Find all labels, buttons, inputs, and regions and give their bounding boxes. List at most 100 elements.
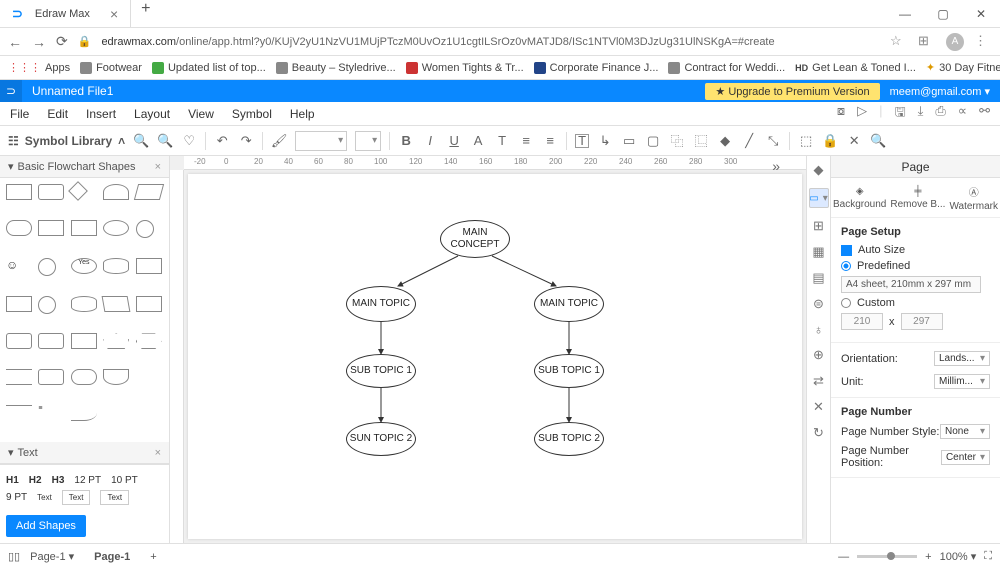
shape-database[interactable] [71, 296, 97, 312]
predefined-radio[interactable] [841, 261, 851, 271]
shape-stored[interactable] [6, 333, 32, 349]
close-icon[interactable]: × [155, 161, 161, 173]
font-size-button[interactable]: T [494, 133, 510, 149]
shape-pentagon[interactable] [103, 333, 129, 349]
shape-lines[interactable] [6, 369, 32, 385]
camera-icon[interactable]: ⧇ [837, 103, 845, 125]
bookmark-item[interactable]: Contract for Weddi... [668, 62, 785, 74]
nav-forward-button[interactable]: → [32, 34, 46, 50]
shape-cylinder[interactable] [103, 258, 129, 274]
favorite-icon[interactable]: ♡ [181, 133, 197, 149]
play-icon[interactable]: ▷ [857, 103, 867, 125]
database-icon[interactable]: ⊜ [813, 296, 824, 312]
height-field[interactable] [901, 313, 943, 330]
node-sub1-left[interactable]: SUB TOPIC 1 [346, 354, 416, 388]
zoom-out-button[interactable]: — [838, 551, 849, 563]
nav-back-button[interactable]: ← [8, 34, 22, 50]
zoom-value[interactable]: 100% ▾ [940, 550, 977, 563]
upgrade-button[interactable]: ★ Upgrade to Premium Version [705, 83, 879, 100]
italic-button[interactable]: I [422, 133, 438, 149]
unit-select[interactable]: Millim... [934, 374, 990, 389]
text-sample[interactable]: Text [37, 493, 52, 502]
page-tab[interactable]: Page-1 [84, 549, 140, 565]
extension-icon[interactable]: ⊞ [918, 33, 936, 51]
paper-size-field[interactable] [841, 276, 981, 293]
shape-ellipse[interactable] [103, 220, 129, 236]
search-button[interactable]: 🔍 [870, 133, 886, 149]
align-left-button[interactable]: ≡ [518, 133, 534, 149]
rounded-tool-button[interactable]: ▢ [645, 133, 661, 149]
pn-style-select[interactable]: None [940, 424, 990, 439]
shape-terminator[interactable] [6, 220, 32, 236]
print-icon[interactable]: ⎙ [935, 103, 945, 125]
text-h1[interactable]: H1 [6, 475, 19, 486]
bookmark-item[interactable]: Updated list of top... [152, 62, 266, 74]
menu-help[interactable]: Help [290, 107, 315, 121]
shape-manual[interactable] [102, 296, 131, 312]
settings-icon[interactable]: ⇄ [813, 373, 824, 389]
orientation-select[interactable]: Lands... [934, 351, 990, 366]
fill-button[interactable]: ◆ [717, 133, 733, 149]
page-selector[interactable]: Page-1 ▾ [30, 550, 74, 563]
custom-radio[interactable] [841, 298, 851, 308]
shape-pill[interactable] [71, 369, 97, 385]
bookmark-item[interactable]: HDGet Lean & Toned I... [795, 62, 916, 74]
fullscreen-button[interactable]: ⛶ [984, 550, 992, 563]
add-page-button[interactable]: + [150, 551, 156, 563]
tools-button[interactable]: ✕ [846, 133, 862, 149]
layers-icon[interactable]: ⊞ [813, 218, 824, 234]
shape-hexagon[interactable] [136, 333, 162, 349]
align-center-button[interactable]: ≡ [542, 133, 558, 149]
shape-predefined[interactable] [71, 220, 97, 236]
new-tab-button[interactable]: + [131, 0, 160, 18]
font-family-dropdown[interactable]: ▾ [295, 131, 347, 151]
shape-connector[interactable] [38, 296, 56, 314]
shape-card[interactable] [136, 258, 162, 274]
tree-icon[interactable]: ♁ [814, 322, 824, 337]
download-icon[interactable]: ⤓ [918, 103, 924, 125]
bold-button[interactable]: B [398, 133, 414, 149]
text-h2[interactable]: H2 [29, 475, 42, 486]
shape-diamond[interactable] [68, 181, 88, 201]
link-icon[interactable]: ⚯ [979, 103, 990, 125]
text-10pt[interactable]: 10 PT [111, 475, 138, 486]
expand-panel-icon[interactable]: » [772, 158, 780, 174]
timer-icon[interactable]: ✕ [813, 399, 824, 415]
underline-button[interactable]: U [446, 133, 462, 149]
url-field[interactable]: edrawmax.com/online/app.html?y0/KUjV2yU1… [101, 36, 880, 48]
menu-insert[interactable]: Insert [86, 107, 116, 121]
shape-circle[interactable] [136, 220, 154, 238]
zoom-slider[interactable] [857, 555, 917, 558]
width-field[interactable] [841, 313, 883, 330]
shape-display[interactable] [103, 184, 129, 200]
node-sub1-right[interactable]: SUB TOPIC 1 [534, 354, 604, 388]
font-size-dropdown[interactable]: ▾ [355, 131, 381, 151]
pages-icon[interactable]: ▯▯ [8, 550, 20, 563]
menu-view[interactable]: View [188, 107, 214, 121]
redo-button[interactable]: ↷ [238, 133, 254, 149]
shape-curve[interactable] [71, 405, 97, 421]
tab-remove-bg[interactable]: ╪Remove B... [890, 186, 945, 210]
lock-button[interactable]: 🔒 [822, 133, 838, 149]
connector-tool-button[interactable]: ↳ [597, 133, 613, 149]
window-close-button[interactable]: ✕ [962, 0, 1000, 28]
window-minimize-button[interactable]: — [886, 0, 924, 28]
shape-tool-button[interactable]: ▭ [621, 133, 637, 149]
apps-button[interactable]: ⋮⋮⋮Apps [8, 61, 70, 74]
user-email[interactable]: meem@gmail.com ▾ [880, 85, 1000, 98]
shapes-panel-header[interactable]: ▾Basic Flowchart Shapes× [0, 156, 169, 178]
auto-size-checkbox[interactable] [841, 245, 852, 256]
menu-symbol[interactable]: Symbol [232, 107, 272, 121]
pn-pos-select[interactable]: Center [941, 450, 990, 465]
window-maximize-button[interactable]: ▢ [924, 0, 962, 28]
bookmark-item[interactable]: ✦30 Day Fitness Chal... [926, 61, 1000, 74]
bookmark-item[interactable]: Beauty – Styledrive... [276, 62, 396, 74]
zoom-in-icon[interactable]: 🔍 [133, 133, 149, 149]
menu-file[interactable]: File [10, 107, 29, 121]
browser-tab[interactable]: ⊃ Edraw Max × [0, 0, 131, 27]
page-settings-icon[interactable]: ▭ [809, 188, 829, 208]
crop-button[interactable]: ⬚ [798, 133, 814, 149]
text-9pt[interactable]: 9 PT [6, 492, 27, 503]
node-main-concept[interactable]: MAIN CONCEPT [440, 220, 510, 258]
add-shapes-button[interactable]: Add Shapes [6, 515, 86, 537]
